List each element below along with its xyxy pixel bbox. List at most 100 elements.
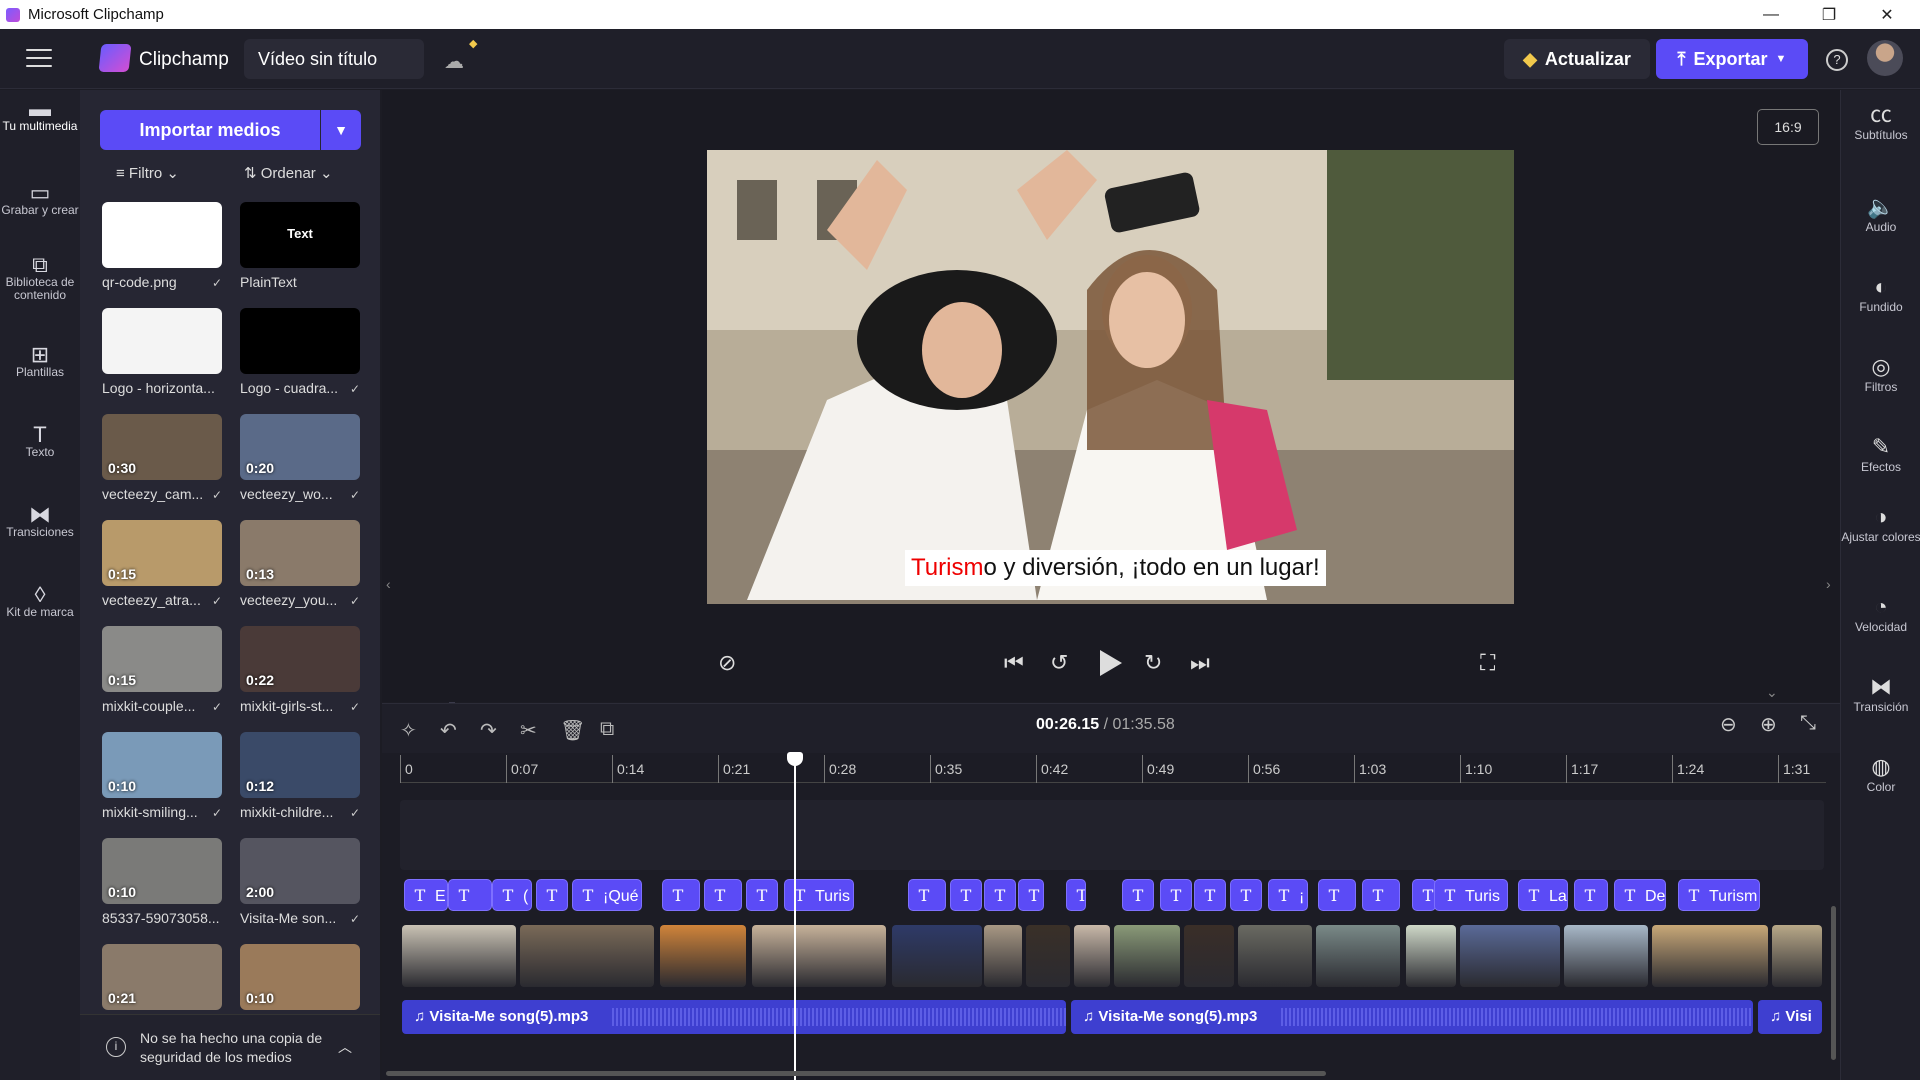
video-clip[interactable] (1074, 925, 1110, 987)
text-clip[interactable]: T (950, 879, 982, 911)
text-clip[interactable]: TI (536, 879, 568, 911)
text-clip[interactable]: T (746, 879, 778, 911)
import-dropdown-button[interactable]: ▼ (321, 110, 361, 150)
media-thumbnail[interactable]: 0:20 (240, 414, 360, 480)
sidebar-item-text[interactable]: T Texto (0, 424, 80, 459)
import-media-button[interactable]: Importar medios (100, 110, 320, 150)
fit-timeline-icon[interactable]: ⤡ (1800, 712, 1816, 735)
right-panel-item-captions[interactable]: ㏄ Subtítulos (1841, 104, 1920, 143)
right-panel-item-audio[interactable]: 🔈 Audio (1841, 196, 1920, 235)
text-clip[interactable]: TE (404, 879, 448, 911)
audio-clip[interactable]: ♫ Visita-Me song(5).mp3 (1071, 1000, 1753, 1034)
text-clip[interactable]: T Turis (1434, 879, 1508, 911)
playhead[interactable] (794, 752, 796, 1080)
sidebar-item-record[interactable]: ▭ Grabar y crear (0, 182, 80, 217)
video-clip[interactable] (660, 925, 746, 987)
right-panel-item-effects[interactable]: ✎ Efectos (1841, 436, 1920, 475)
help-icon[interactable]: ? (1826, 49, 1848, 71)
text-clip[interactable]: T De (1614, 879, 1666, 911)
text-clip[interactable]: T (1122, 879, 1154, 911)
empty-track[interactable] (400, 800, 1824, 870)
zoom-in-icon[interactable]: ⊕ (1760, 712, 1777, 737)
text-clip[interactable]: T( (492, 879, 532, 911)
video-clip[interactable] (892, 925, 982, 987)
video-clip[interactable] (1238, 925, 1312, 987)
text-clip[interactable]: T (1230, 879, 1262, 911)
text-clip[interactable]: T (1160, 879, 1192, 911)
menu-icon[interactable] (26, 49, 52, 69)
sidebar-item-templates[interactable]: ⊞ Plantillas (0, 344, 80, 379)
media-thumbnail[interactable]: 0:10 (240, 944, 360, 1010)
media-thumbnail[interactable]: 0:21 (102, 944, 222, 1010)
text-clip[interactable]: T (1066, 879, 1086, 911)
video-clip[interactable] (1564, 925, 1648, 987)
chevron-up-icon[interactable]: ︿ (338, 1037, 352, 1057)
video-clip[interactable] (1406, 925, 1456, 987)
text-clip[interactable]: T (984, 879, 1016, 911)
media-thumbnail[interactable]: 0:15 (102, 520, 222, 586)
video-clip[interactable] (984, 925, 1022, 987)
sort-button[interactable]: ⇅ Ordenar ⌄ (244, 164, 333, 182)
restore-button[interactable]: ❐ (1800, 0, 1858, 29)
media-thumbnail[interactable]: 0:13 (240, 520, 360, 586)
timeline-ruler[interactable]: 0 0:07 0:14 0:21 0:28 0:35 0:42 0:49 0:56 1:03 1:1… (400, 755, 1826, 783)
minimize-button[interactable]: — (1742, 0, 1800, 29)
text-clip[interactable]: T (662, 879, 700, 911)
video-clip[interactable] (1772, 925, 1822, 987)
captions-off-icon[interactable]: ⊘ (718, 650, 736, 676)
avatar[interactable] (1867, 40, 1903, 76)
video-clip[interactable] (1460, 925, 1560, 987)
text-clip[interactable]: T (908, 879, 946, 911)
redo-icon[interactable]: ↷ (480, 718, 497, 743)
cloud-off-icon[interactable]: ☁ (444, 49, 464, 74)
export-button[interactable]: ⤒ Exportar ▼ (1656, 39, 1808, 79)
text-clip[interactable]: T (1412, 879, 1436, 911)
duplicate-icon[interactable]: ⧉ (600, 718, 614, 741)
video-clip[interactable] (1316, 925, 1400, 987)
timeline-horizontal-scrollbar[interactable] (386, 1071, 1326, 1076)
video-clip[interactable] (402, 925, 516, 987)
aspect-ratio-button[interactable]: 16:9 (1757, 109, 1819, 145)
media-thumbnail[interactable]: 0:30 (102, 414, 222, 480)
collapse-right-panel-icon[interactable]: › (1826, 576, 1831, 592)
upgrade-button[interactable]: ◆ Actualizar (1504, 39, 1650, 79)
text-clip[interactable]: T (1574, 879, 1608, 911)
sidebar-item-your-media[interactable]: ▬ Tu multimedia (0, 98, 80, 133)
media-thumbnail[interactable]: 2:00 (240, 838, 360, 904)
right-panel-item-speed[interactable]: ◔ Velocidad (1841, 596, 1920, 635)
audio-clip[interactable]: ♫ Visita-Me song(5).mp3 (402, 1000, 1066, 1034)
media-thumbnail[interactable] (102, 202, 222, 268)
right-panel-item-filters[interactable]: ◎ Filtros (1841, 356, 1920, 395)
right-panel-item-adjust-colors[interactable]: ◑ Ajustar colores (1841, 506, 1920, 545)
fullscreen-icon[interactable]: ⛶ (1480, 650, 1495, 676)
skip-back-icon[interactable]: ⏮ (1004, 650, 1024, 676)
media-thumbnail[interactable]: 0:10 (102, 732, 222, 798)
play-button[interactable] (1100, 650, 1122, 676)
media-thumbnail[interactable]: 0:22 (240, 626, 360, 692)
sidebar-item-library[interactable]: ⧉ Biblioteca de contenido (0, 254, 80, 302)
text-clip[interactable]: T (1362, 879, 1400, 911)
media-thumbnail[interactable] (240, 308, 360, 374)
video-clip[interactable] (1114, 925, 1180, 987)
split-icon[interactable]: ✂ (520, 718, 537, 743)
close-button[interactable]: ✕ (1858, 0, 1916, 29)
undo-icon[interactable]: ↶ (440, 718, 457, 743)
text-clip[interactable]: T ¡Qué (572, 879, 642, 911)
text-clip[interactable]: T La (1518, 879, 1568, 911)
caption-overlay[interactable]: Turismo y diversión, ¡todo en un lugar! (905, 550, 1326, 586)
media-thumbnail[interactable]: 0:15 (102, 626, 222, 692)
text-clip[interactable]: T (448, 879, 492, 911)
text-clip[interactable]: T (1318, 879, 1356, 911)
text-clip[interactable]: T Turism (1678, 879, 1760, 911)
text-clip[interactable]: T (1018, 879, 1044, 911)
timeline-vertical-scrollbar[interactable] (1831, 906, 1836, 1060)
sidebar-item-brand-kit[interactable]: ◊ Kit de marca (0, 584, 80, 619)
video-clip[interactable] (1026, 925, 1070, 987)
right-panel-item-transition[interactable]: ⧓ Transición (1841, 676, 1920, 715)
rewind-5-icon[interactable]: ↺ (1050, 650, 1068, 676)
audio-clip[interactable]: ♫ Visi (1758, 1000, 1822, 1034)
text-clip[interactable]: T (1194, 879, 1226, 911)
collapse-preview-icon[interactable]: ⌄ (1766, 684, 1778, 701)
text-clip[interactable]: T (704, 879, 742, 911)
filter-button[interactable]: ≡ Filtro ⌄ (116, 164, 179, 182)
